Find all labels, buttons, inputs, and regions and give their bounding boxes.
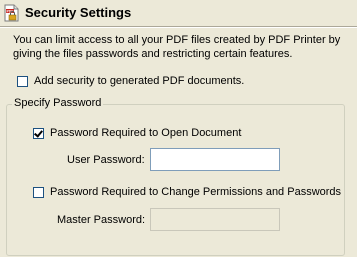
password-group-legend: Specify Password [12,97,104,109]
add-security-label: Add security to generated PDF documents. [34,75,245,87]
change-perms-password-option[interactable]: Password Required to Change Permissions … [33,186,341,198]
open-doc-password-label: Password Required to Open Document [50,127,242,139]
description-text: You can limit access to all your PDF fil… [13,34,341,60]
add-security-checkbox[interactable] [17,75,28,87]
pdf-lock-icon: PDF [4,4,19,22]
add-security-option[interactable]: Add security to generated PDF documents. [17,75,244,87]
security-settings-panel: PDF Security Settings You can limit acce… [0,0,357,257]
master-password-input[interactable] [150,208,280,231]
change-perms-password-label: Password Required to Change Permissions … [50,186,342,198]
open-doc-password-checkbox[interactable] [33,127,44,139]
master-password-label: Master Password: [57,214,146,226]
page-title: Security Settings [25,5,132,20]
open-doc-password-option[interactable]: Password Required to Open Document [33,127,241,139]
change-perms-password-checkbox[interactable] [33,186,44,198]
user-password-input[interactable] [150,148,280,171]
header-divider-highlight [0,27,357,28]
user-password-label: User Password: [67,154,145,166]
panel-header: PDF Security Settings [0,0,357,26]
